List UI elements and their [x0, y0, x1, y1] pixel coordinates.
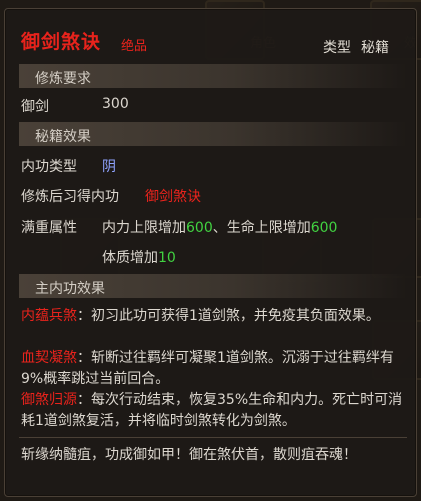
skill-type-value: 阴	[102, 159, 116, 175]
effect-text: ：初习此功可获得1道剑煞，并免疫其负面效果。	[77, 308, 380, 324]
effect-name: 内蕴兵煞	[21, 308, 77, 324]
max-line1-b: 600	[186, 220, 213, 236]
effect-2: 血契凝煞：斩断过往羁绊可凝聚1道剑煞。沉溺于过往羁绊有9%概率跳过当前回合。	[21, 348, 405, 390]
divider	[19, 437, 407, 438]
skill-type-label: 内功类型	[21, 159, 77, 175]
effect-text: ：斩断过往羁绊可凝聚1道剑煞。沉溺于过往羁绊有9%概率跳过当前回合。	[21, 350, 394, 387]
max-line1: 内力上限增加600、生命上限增加600	[102, 217, 337, 237]
item-grade: 绝品	[121, 39, 148, 54]
section-title: 秘籍效果	[35, 129, 91, 145]
flavor-text: 斩缘纳髓疽，功成御如甲！御在煞伏首，散则疽吞魂！	[21, 447, 357, 463]
section-requirements: 修炼要求	[19, 64, 407, 88]
section-title: 修炼要求	[35, 71, 91, 87]
max-line2-b: 10	[158, 250, 176, 266]
section-main-effects: 主内功效果	[19, 274, 407, 298]
max-line1-a: 内力上限增加	[102, 220, 186, 236]
effect-name: 血契凝煞	[21, 350, 77, 366]
effect-3: 御煞归源：每次行动结束，恢复35%生命和内力。死亡时可消耗1道剑煞复活，并将临时…	[21, 390, 405, 432]
requirement-stat-label: 御剑	[21, 99, 49, 115]
item-tooltip: 御剑煞诀 绝品 类型 秘籍 修炼要求 御剑 300 秘籍效果 内功类型 阴 修炼…	[4, 8, 417, 497]
effect-name: 御煞归源	[21, 392, 77, 408]
max-line2: 体质增加10	[102, 247, 176, 267]
learn-label: 修炼后习得内功	[21, 189, 119, 205]
type-value: 秘籍	[361, 40, 389, 56]
requirement-stat-value: 300	[102, 96, 129, 112]
learn-value: 御剑煞诀	[145, 189, 201, 205]
effect-text: ：每次行动结束，恢复35%生命和内力。死亡时可消耗1道剑煞复活，并将临时剑煞转化…	[21, 392, 403, 429]
section-secret-effects: 秘籍效果	[19, 122, 407, 146]
max-line1-d: 600	[310, 220, 338, 236]
max-line2-a: 体质增加	[102, 250, 158, 266]
section-title: 主内功效果	[35, 281, 105, 297]
max-label: 满重属性	[21, 220, 77, 236]
item-name: 御剑煞诀	[21, 31, 102, 53]
tooltip-header: 御剑煞诀 绝品 类型 秘籍	[5, 9, 416, 61]
effect-1: 内蕴兵煞：初习此功可获得1道剑煞，并免疫其负面效果。	[21, 306, 405, 327]
max-line1-c: 、生命上限增加	[212, 220, 311, 236]
type-label: 类型	[323, 40, 351, 56]
